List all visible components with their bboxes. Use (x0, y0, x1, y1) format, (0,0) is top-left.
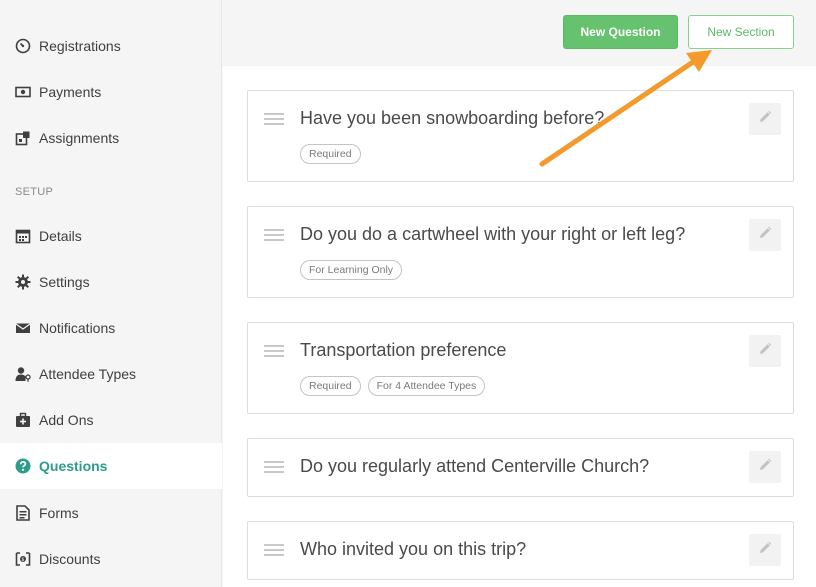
questions-list: Have you been snowboarding before? Requi… (223, 66, 816, 587)
pencil-icon (758, 342, 772, 361)
question-circle-icon (15, 458, 31, 474)
sidebar-item-label: Add Ons (39, 412, 94, 428)
pencil-icon (758, 226, 772, 245)
sidebar-item-assignments[interactable]: Assignments (0, 115, 222, 161)
question-card[interactable]: Transportation preference Required For 4… (247, 322, 794, 414)
pencil-icon (758, 110, 772, 129)
sidebar-item-discounts[interactable]: $ Discounts (0, 536, 222, 582)
main-panel: New Question New Section Have you been s… (223, 0, 816, 587)
edit-button[interactable] (749, 219, 781, 251)
sidebar-item-payments[interactable]: Payments (0, 69, 222, 115)
question-card[interactable]: Have you been snowboarding before? Requi… (247, 90, 794, 182)
tag-badge: Required (300, 144, 361, 164)
sidebar-item-details[interactable]: Details (0, 213, 222, 259)
sidebar-item-add-ons[interactable]: Add Ons (0, 397, 222, 443)
new-section-button[interactable]: New Section (688, 15, 794, 49)
edit-button[interactable] (749, 534, 781, 566)
sidebar-item-registrations[interactable]: Registrations (0, 23, 222, 69)
sidebar-item-label: Payments (39, 84, 102, 100)
money-icon (15, 84, 31, 100)
question-tags: For Learning Only (300, 260, 403, 280)
svg-text:$: $ (21, 557, 24, 563)
question-card[interactable]: Do you do a cartwheel with your right or… (247, 206, 794, 298)
question-title: Do you regularly attend Centerville Chur… (300, 456, 650, 476)
document-icon (15, 505, 31, 521)
drag-handle-icon[interactable] (264, 113, 284, 127)
question-title: Who invited you on this trip? (300, 539, 527, 559)
discount-icon: $ (15, 551, 31, 567)
question-tags: Required (300, 144, 361, 164)
tag-badge: Required (300, 376, 361, 396)
sidebar: Registrations Payments Assignments SETUP… (0, 0, 222, 587)
assignments-icon (15, 130, 31, 146)
sidebar-item-label: Registrations (39, 38, 121, 54)
toolbar: New Question New Section (223, 0, 816, 66)
question-tags: Required For 4 Attendee Types (300, 376, 486, 396)
sidebar-item-label: Assignments (39, 130, 120, 146)
question-title: Transportation preference (300, 340, 507, 360)
drag-handle-icon[interactable] (264, 345, 284, 359)
user-key-icon (15, 366, 31, 382)
new-question-button[interactable]: New Question (563, 15, 678, 49)
question-title: Have you been snowboarding before? (300, 108, 605, 128)
sidebar-item-notifications[interactable]: Notifications (0, 305, 222, 351)
sidebar-item-label: Questions (39, 458, 108, 474)
question-title: Do you do a cartwheel with your right or… (300, 224, 686, 244)
sidebar-item-forms[interactable]: Forms (0, 490, 222, 536)
drag-handle-icon[interactable] (264, 544, 284, 558)
sidebar-item-label: Settings (39, 274, 90, 290)
pencil-icon (758, 458, 772, 477)
medkit-icon (15, 412, 31, 428)
sidebar-item-label: Attendee Types (39, 366, 137, 382)
sidebar-item-label: Discounts (39, 551, 101, 567)
sidebar-item-settings[interactable]: Settings (0, 259, 222, 305)
edit-button[interactable] (749, 335, 781, 367)
edit-button[interactable] (749, 103, 781, 135)
pencil-icon (758, 541, 772, 560)
sidebar-item-label: Forms (39, 505, 79, 521)
sidebar-item-questions[interactable]: Questions (0, 443, 222, 489)
tag-badge: For 4 Attendee Types (367, 376, 486, 396)
drag-handle-icon[interactable] (264, 461, 284, 475)
envelope-icon (15, 320, 31, 336)
sidebar-item-label: Notifications (39, 320, 116, 336)
question-card[interactable]: Do you regularly attend Centerville Chur… (247, 438, 794, 497)
gear-icon (15, 274, 31, 290)
sidebar-item-attendee-types[interactable]: Attendee Types (0, 351, 222, 397)
speedometer-icon (15, 38, 31, 54)
edit-button[interactable] (749, 451, 781, 483)
setup-section-label: SETUP (15, 186, 54, 198)
tag-badge: For Learning Only (300, 260, 403, 280)
drag-handle-icon[interactable] (264, 229, 284, 243)
question-card[interactable]: Who invited you on this trip? (247, 521, 794, 580)
calendar-icon (15, 228, 31, 244)
sidebar-item-label: Details (39, 228, 82, 244)
